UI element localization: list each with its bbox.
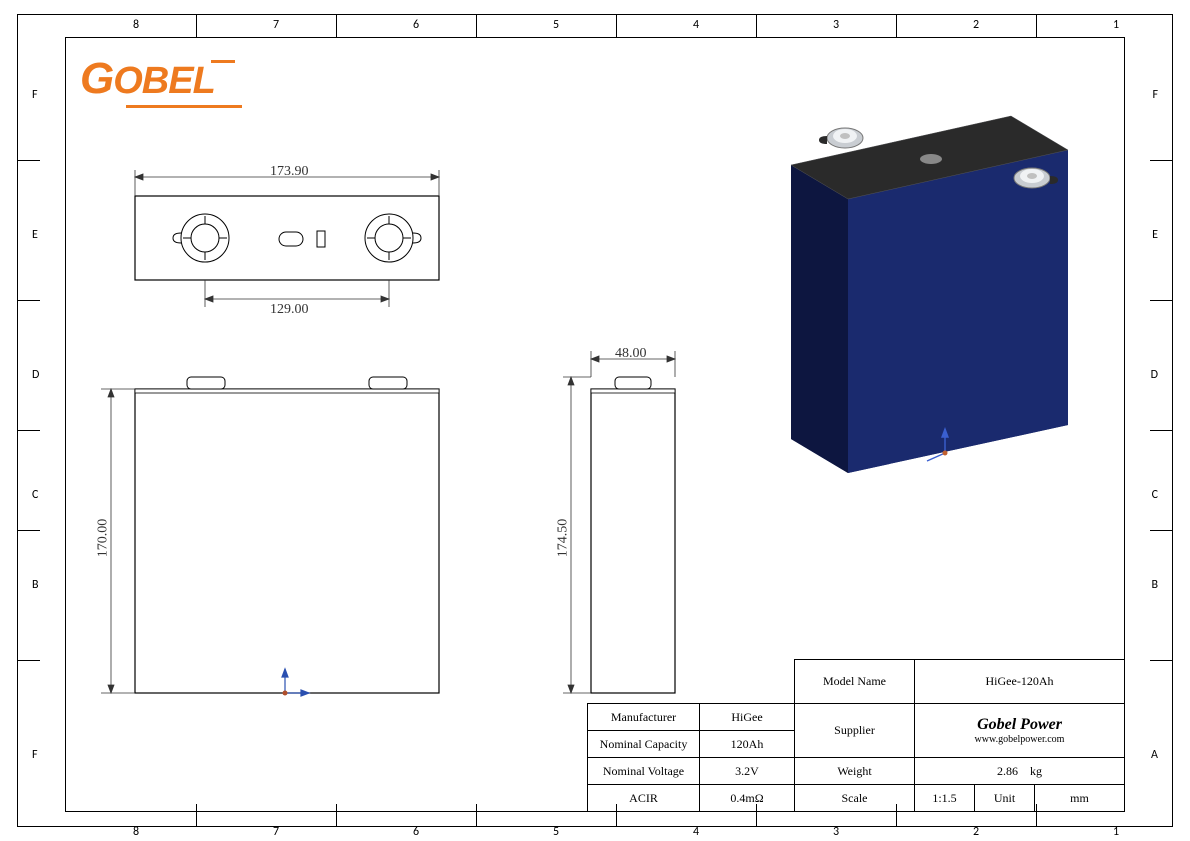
grid-tick [896,15,897,37]
tb-model-label: Model Name [795,660,915,704]
zone-left-c: C [32,488,38,502]
zone-top-7: 7 [266,18,286,32]
zone-bottom-2: 2 [966,825,986,839]
front-view [101,377,439,696]
zone-top-3: 3 [826,18,846,32]
grid-tick [196,15,197,37]
tb-acir-value: 0.4mΩ [700,785,795,812]
zone-left-f1: F [32,88,38,102]
zone-top-1: 1 [1106,18,1126,32]
grid-tick [1150,430,1172,431]
zone-right-c: C [1152,488,1158,502]
tb-weight-label: Weight [795,758,915,785]
zone-top-5: 5 [546,18,566,32]
tb-manufacturer-label: Manufacturer [588,704,700,731]
tb-weight-unit: kg [1030,764,1042,778]
side-view [563,351,675,693]
zone-bottom-6: 6 [406,825,426,839]
dim-body-height: 170.00 [95,519,111,558]
tb-unit-value: mm [1035,785,1125,812]
dim-terminal-pitch: 129.00 [270,302,309,318]
zone-top-4: 4 [686,18,706,32]
grid-tick [1036,15,1037,37]
zone-bottom-3: 3 [826,825,846,839]
title-block: Model Name HiGee-120Ah Manufacturer HiGe… [587,659,1125,812]
grid-tick [1150,660,1172,661]
tb-voltage-value: 3.2V [700,758,795,785]
grid-tick [336,15,337,37]
tb-acir-label: ACIR [588,785,700,812]
zone-right-a: A [1151,748,1158,762]
grid-tick [756,15,757,37]
zone-bottom-4: 4 [686,825,706,839]
grid-tick [18,430,40,431]
tb-supplier-url: www.gobelpower.com [915,734,1124,745]
tb-scale-label: Scale [795,785,915,812]
tb-voltage-label: Nominal Voltage [588,758,700,785]
zone-bottom-5: 5 [546,825,566,839]
zone-top-2: 2 [966,18,986,32]
grid-tick [18,160,40,161]
zone-right-f: F [1152,88,1158,102]
zone-bottom-8: 8 [126,825,146,839]
tb-scale-value: 1:1.5 [915,785,975,812]
zone-left-b: B [32,578,39,592]
grid-tick [18,300,40,301]
zone-top-6: 6 [406,18,426,32]
tb-model-value: HiGee-120Ah [915,660,1125,704]
tb-supplier-name: Gobel Power [915,716,1124,734]
grid-tick [1150,300,1172,301]
grid-tick [18,660,40,661]
grid-tick [1150,160,1172,161]
tb-unit-label: Unit [975,785,1035,812]
dim-width-total: 173.90 [270,164,309,180]
zone-right-d: D [1151,368,1158,382]
isometric-view [791,37,1068,473]
zone-left-e: E [32,228,38,242]
grid-tick [476,15,477,37]
dim-side-width: 48.00 [615,346,647,362]
grid-tick [1150,530,1172,531]
top-view [135,170,439,307]
tb-capacity-label: Nominal Capacity [588,731,700,758]
zone-bottom-1: 1 [1106,825,1126,839]
grid-tick [616,15,617,37]
tb-supplier-label: Supplier [795,704,915,758]
zone-bottom-7: 7 [266,825,286,839]
zone-right-e: E [1152,228,1158,242]
tb-manufacturer-value: HiGee [700,704,795,731]
zone-left-f2: F [32,748,38,762]
tb-capacity-value: 120Ah [700,731,795,758]
zone-right-b: B [1151,578,1158,592]
tb-weight-value: 2.86 [997,764,1018,778]
zone-left-d: D [32,368,39,382]
dim-overall-height: 174.50 [555,519,571,558]
grid-tick [18,530,40,531]
zone-top-8: 8 [126,18,146,32]
